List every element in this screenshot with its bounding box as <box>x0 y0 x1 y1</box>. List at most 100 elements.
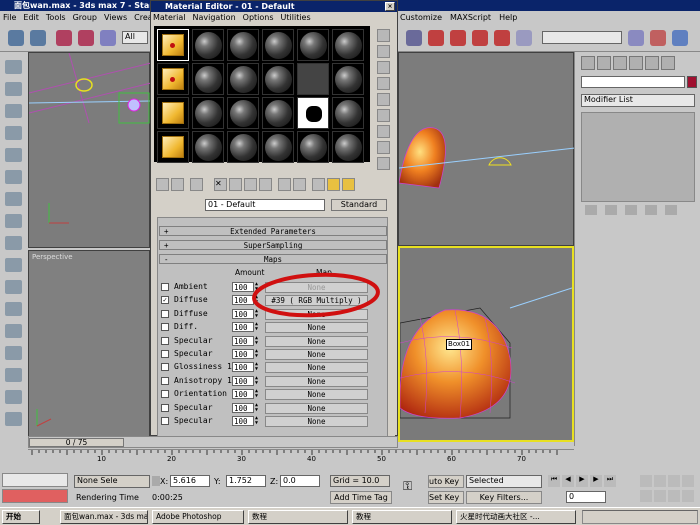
show-end-result-material-icon[interactable] <box>312 178 325 191</box>
tool-icon-1[interactable] <box>5 60 22 74</box>
align-icon[interactable] <box>650 30 666 46</box>
add-time-tag-button[interactable]: Add Time Tag <box>330 491 392 504</box>
taskbar-item-photoshop[interactable]: Adobe Photoshop <box>152 510 244 524</box>
layer-manager-icon[interactable] <box>672 30 688 46</box>
map-enable-checkbox[interactable] <box>161 376 169 385</box>
pan-icon[interactable] <box>654 490 666 502</box>
map-slot-button[interactable]: None <box>265 322 368 334</box>
material-effects-channel-icon[interactable] <box>278 178 291 191</box>
rollout-extended-parameters[interactable]: + Extended Parameters <box>159 226 387 236</box>
snap-icon[interactable] <box>428 30 444 46</box>
sample-slot-21[interactable] <box>227 131 259 163</box>
tool-icon-3[interactable] <box>5 104 22 118</box>
key-filters-button[interactable]: Key Filters... <box>466 491 542 504</box>
motion-tab-icon[interactable] <box>629 56 643 70</box>
top-viewport[interactable] <box>28 52 151 248</box>
map-enable-checkbox[interactable] <box>161 323 169 332</box>
unlink-icon[interactable] <box>78 30 94 46</box>
map-slot-button[interactable]: None <box>265 362 368 374</box>
modifier-list-dropdown[interactable]: Modifier List <box>581 94 695 107</box>
go-forward-to-sibling-icon[interactable] <box>342 178 355 191</box>
get-material-icon[interactable] <box>156 178 169 191</box>
maximize-viewport-icon[interactable] <box>682 490 694 502</box>
sample-slot-12[interactable] <box>332 63 364 95</box>
redo-icon[interactable] <box>30 30 46 46</box>
tool-icon-11[interactable] <box>5 280 22 294</box>
map-amount-spinner[interactable]: ▲ ▼ <box>255 375 260 386</box>
map-enable-checkbox[interactable] <box>161 283 169 291</box>
make-copy-icon[interactable] <box>229 178 242 191</box>
tool-icon-6[interactable] <box>5 170 22 184</box>
select-link-icon[interactable] <box>56 30 72 46</box>
auto-key-button[interactable]: uto Key <box>428 475 464 488</box>
map-amount-spinner[interactable]: ▲ ▼ <box>255 335 260 346</box>
map-slot-button[interactable]: None <box>265 349 368 360</box>
menu-group[interactable]: Group <box>73 11 97 24</box>
tool-icon-16[interactable] <box>5 390 22 404</box>
map-amount-spinner[interactable]: ▲ ▼ <box>255 322 260 332</box>
map-enable-checkbox[interactable] <box>161 363 169 372</box>
next-frame-icon[interactable]: ▶ <box>590 475 602 487</box>
arc-rotate-icon[interactable] <box>668 490 680 502</box>
map-amount-field[interactable]: 100 <box>232 362 254 373</box>
tool-icon-9[interactable] <box>5 236 22 250</box>
taskbar-item-folder-2[interactable]: 教程 <box>352 510 452 524</box>
named-selection-icon[interactable] <box>516 30 532 46</box>
show-map-in-viewport-icon[interactable] <box>293 178 306 191</box>
sample-slot-19[interactable] <box>157 131 189 163</box>
current-frame-field[interactable]: 0 <box>566 491 606 503</box>
mirror-icon[interactable] <box>406 30 422 46</box>
spinner-snap-icon[interactable] <box>494 30 510 46</box>
map-amount-field[interactable]: 100 <box>232 322 254 333</box>
pick-material-icon-and-name[interactable]: 01 - Default <box>205 199 325 211</box>
sample-slot-16[interactable] <box>262 97 294 129</box>
front-viewport[interactable] <box>398 52 575 246</box>
map-enable-checkbox[interactable] <box>161 309 169 318</box>
named-selection-dropdown[interactable] <box>542 31 622 44</box>
undo-icon[interactable] <box>8 30 24 46</box>
tool-icon-15[interactable] <box>5 368 22 382</box>
utilities-tab-icon[interactable] <box>661 56 675 70</box>
remove-modifier-icon[interactable] <box>645 205 657 215</box>
previous-frame-icon[interactable]: ◀ <box>562 475 574 487</box>
zoom-extents-icon[interactable] <box>668 475 680 487</box>
sample-slot-14[interactable] <box>192 97 224 129</box>
mirror-tool-icon[interactable] <box>628 30 644 46</box>
map-slot-button[interactable]: None <box>265 402 368 414</box>
sample-uv-tiling-icon[interactable] <box>377 77 390 90</box>
map-amount-spinner[interactable]: ▲ ▼ <box>255 362 260 372</box>
sample-slot-9[interactable] <box>227 63 259 95</box>
map-enable-checkbox[interactable] <box>161 390 169 399</box>
object-name-field[interactable] <box>581 76 685 88</box>
material-editor-close-button[interactable]: × <box>385 2 395 11</box>
selection-filter-dropdown[interactable]: All <box>122 31 148 44</box>
bind-space-warp-icon[interactable] <box>100 30 116 46</box>
hierarchy-tab-icon[interactable] <box>613 56 627 70</box>
display-tab-icon[interactable] <box>645 56 659 70</box>
configure-sets-icon[interactable] <box>665 205 677 215</box>
menu-tools[interactable]: Tools <box>46 11 66 24</box>
menu-utilities[interactable]: Utilities <box>281 12 311 24</box>
menu-help[interactable]: Help <box>499 11 517 24</box>
pin-stack-icon[interactable] <box>585 205 597 215</box>
sample-slot-17[interactable] <box>297 97 329 129</box>
sample-slot-11[interactable] <box>297 63 329 95</box>
zoom-extents-all-icon[interactable] <box>682 475 694 487</box>
sample-slot-20[interactable] <box>192 131 224 163</box>
sample-slot-5[interactable] <box>297 29 329 61</box>
taskbar-item-browser[interactable]: 火星时代动画大社区 -... <box>456 510 576 524</box>
sample-slot-13[interactable] <box>157 97 189 129</box>
map-amount-field[interactable]: 100 <box>232 416 254 426</box>
go-to-start-icon[interactable]: ⏮ <box>548 475 560 487</box>
sample-type-icon[interactable] <box>377 29 390 42</box>
tool-icon-2[interactable] <box>5 82 22 96</box>
time-slider[interactable]: 0 / 75 <box>28 436 398 448</box>
options-icon[interactable] <box>377 125 390 138</box>
map-amount-spinner[interactable]: ▲ ▼ <box>255 389 260 399</box>
map-enable-checkbox[interactable] <box>161 417 169 425</box>
rollout-supersampling[interactable]: + SuperSampling <box>159 240 387 250</box>
percent-snap-icon[interactable] <box>472 30 488 46</box>
material-type-button[interactable]: Standard <box>331 199 387 211</box>
map-slot-button[interactable]: None <box>265 416 368 427</box>
key-selection-dropdown[interactable]: Selected <box>466 475 542 488</box>
